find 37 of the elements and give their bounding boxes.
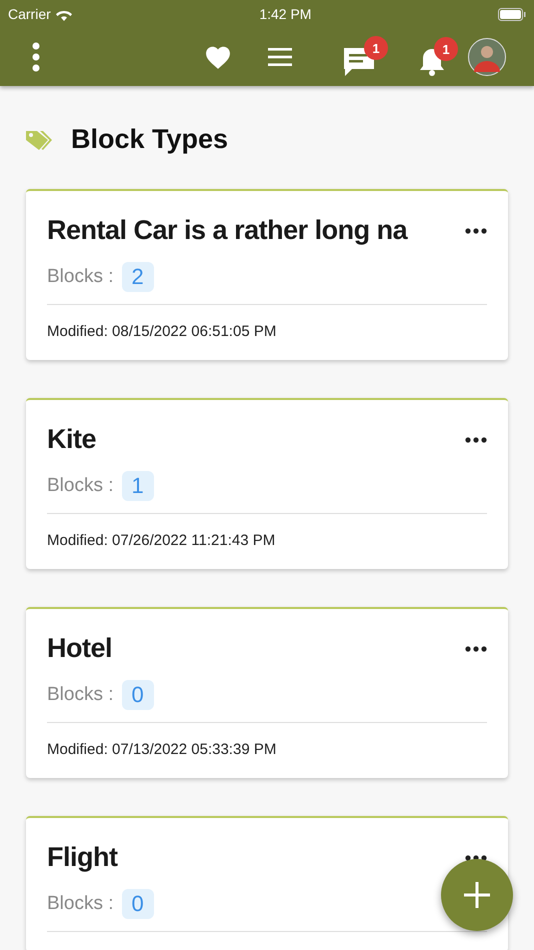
notification-count-badge: 1 <box>434 37 458 61</box>
battery-icon <box>498 8 526 20</box>
messages-button[interactable]: 1 <box>342 36 388 78</box>
heart-icon[interactable] <box>204 44 232 70</box>
plus-icon <box>464 882 490 908</box>
status-time: 1:42 PM <box>259 6 312 22</box>
tag-icon <box>25 128 53 150</box>
blocks-label: Blocks : <box>47 893 114 915</box>
carrier-label: Carrier <box>8 6 51 22</box>
card-title: Flight <box>47 842 118 873</box>
block-type-card[interactable]: Hotel Blocks : 0 Modified: 07/13/2022 05:33:39 PM <box>26 607 508 778</box>
more-menu-icon[interactable] <box>32 42 40 72</box>
card-title: Rental Car is a rather long na <box>47 215 408 246</box>
more-options-icon[interactable] <box>465 646 487 652</box>
modified-date: Modified: 07/26/2022 11:21:43 PM <box>47 532 276 549</box>
more-options-icon[interactable] <box>465 228 487 234</box>
blocks-count: 0 <box>122 889 154 919</box>
menu-icon[interactable] <box>268 48 292 66</box>
more-options-icon[interactable] <box>465 436 487 442</box>
card-title: Hotel <box>47 633 112 664</box>
modified-date: Modified: 07/13/2022 05:33:39 PM <box>47 741 278 758</box>
blocks-count: 0 <box>122 680 154 710</box>
blocks-label: Blocks : <box>47 684 114 706</box>
blocks-label: Blocks : <box>47 475 114 497</box>
block-type-card[interactable]: Flight Blocks : 0 <box>26 816 508 950</box>
card-title: Kite <box>47 424 96 455</box>
blocks-count: 1 <box>122 471 154 501</box>
more-options-icon[interactable] <box>465 854 487 860</box>
message-count-badge: 1 <box>364 36 388 60</box>
modified-date: Modified: 08/15/2022 06:51:05 PM <box>47 323 278 340</box>
blocks-count: 2 <box>122 262 154 292</box>
page-title: Block Types <box>71 124 228 155</box>
notifications-button[interactable]: 1 <box>418 37 458 77</box>
block-type-card[interactable]: Kite Blocks : 1 Modified: 07/26/2022 11:21:43 PM <box>26 398 508 569</box>
blocks-label: Blocks : <box>47 266 114 288</box>
avatar[interactable] <box>468 38 506 76</box>
block-type-card[interactable]: Rental Car is a rather long na Blocks : 2 Modified: 08/15/2022 06:51:05 PM <box>26 189 508 360</box>
